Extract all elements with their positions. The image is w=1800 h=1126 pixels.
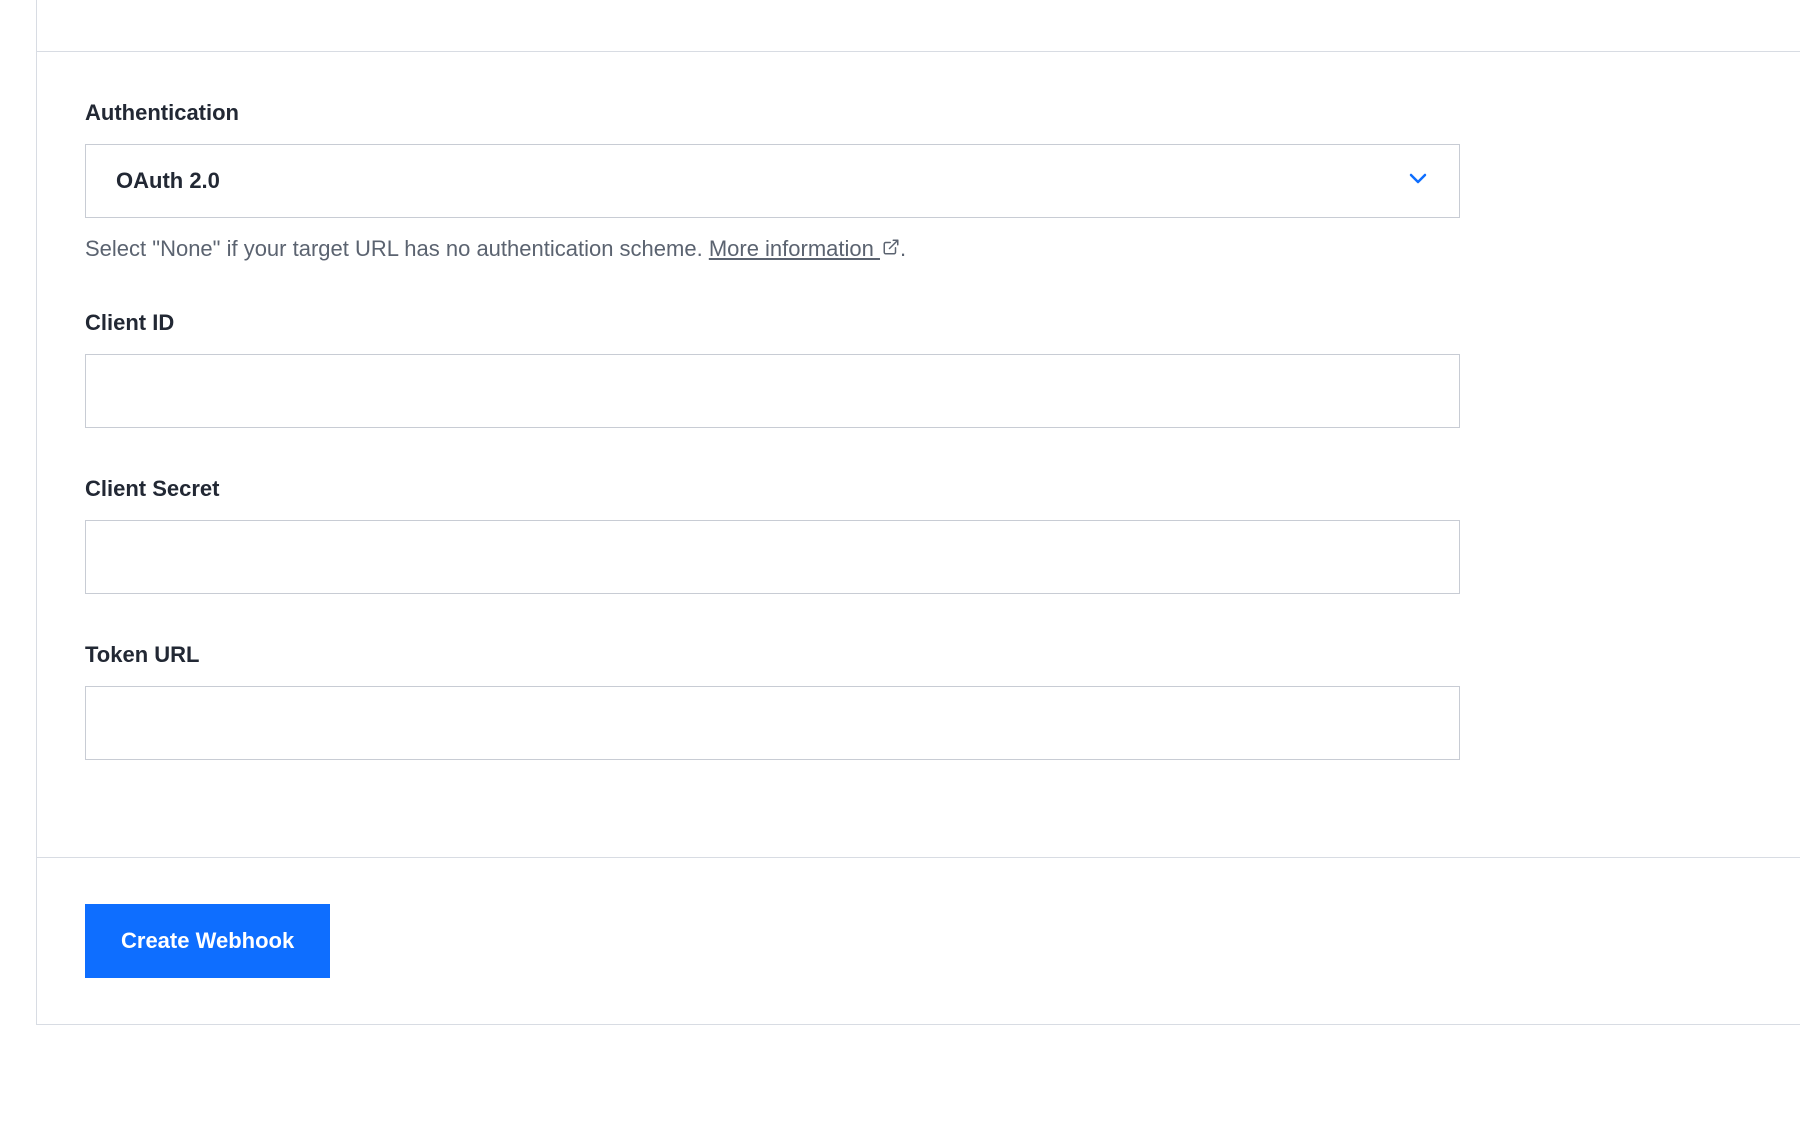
authentication-help-prefix: Select "None" if your target URL has no … bbox=[85, 236, 709, 261]
authentication-field-group: Authentication Select "None" if your tar… bbox=[85, 100, 1752, 262]
authentication-help-text: Select "None" if your target URL has no … bbox=[85, 236, 1752, 262]
authentication-help-suffix: . bbox=[900, 236, 906, 261]
authentication-label: Authentication bbox=[85, 100, 1752, 126]
client-id-field-group: Client ID bbox=[85, 310, 1752, 428]
form-footer: Create Webhook bbox=[37, 857, 1800, 1024]
token-url-input[interactable] bbox=[85, 686, 1460, 760]
token-url-field-group: Token URL bbox=[85, 642, 1752, 760]
form-body: Authentication Select "None" if your tar… bbox=[37, 52, 1800, 808]
client-secret-field-group: Client Secret bbox=[85, 476, 1752, 594]
more-information-link[interactable]: More information bbox=[709, 236, 900, 261]
client-id-input[interactable] bbox=[85, 354, 1460, 428]
top-spacer bbox=[37, 0, 1800, 52]
token-url-label: Token URL bbox=[85, 642, 1752, 668]
client-secret-label: Client Secret bbox=[85, 476, 1752, 502]
external-link-icon bbox=[882, 236, 900, 262]
create-webhook-button[interactable]: Create Webhook bbox=[85, 904, 330, 978]
authentication-select-wrapper bbox=[85, 144, 1460, 218]
form-panel: Authentication Select "None" if your tar… bbox=[36, 0, 1800, 1025]
client-id-label: Client ID bbox=[85, 310, 1752, 336]
client-secret-input[interactable] bbox=[85, 520, 1460, 594]
authentication-select[interactable] bbox=[85, 144, 1460, 218]
more-information-link-text: More information bbox=[709, 236, 880, 261]
